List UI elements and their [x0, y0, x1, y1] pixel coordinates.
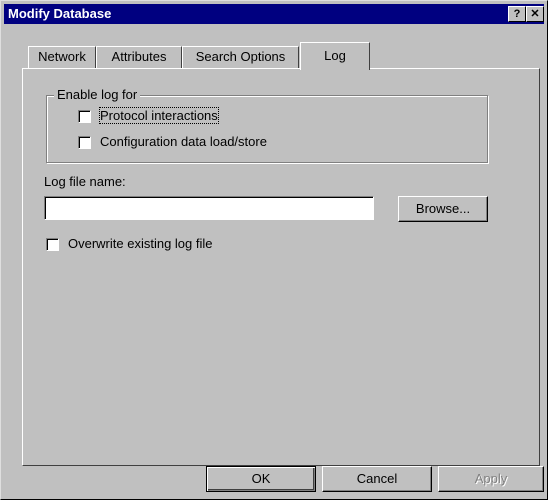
- config-data-load-store-label[interactable]: Configuration data load/store: [100, 134, 267, 149]
- enable-log-groupbox: [46, 95, 488, 163]
- tab-log-label: Log: [324, 48, 346, 63]
- protocol-interactions-checkbox[interactable]: [78, 110, 91, 123]
- cancel-button-label: Cancel: [356, 471, 398, 486]
- browse-button-label: Browse...: [415, 201, 471, 216]
- log-file-name-input[interactable]: [44, 196, 374, 220]
- overwrite-log-label[interactable]: Overwrite existing log file: [68, 236, 213, 251]
- ok-button-label: OK: [251, 471, 271, 486]
- close-icon[interactable]: ✕: [526, 6, 544, 22]
- window-title: Modify Database: [8, 6, 112, 21]
- apply-button[interactable]: Apply: [438, 466, 544, 492]
- title-bar[interactable]: Modify Database ? ✕: [4, 4, 544, 24]
- help-icon[interactable]: ?: [508, 6, 526, 22]
- tab-attributes[interactable]: Attributes: [96, 46, 182, 68]
- tab-log[interactable]: Log: [300, 42, 370, 70]
- tab-search-options[interactable]: Search Options: [182, 46, 299, 68]
- browse-button[interactable]: Browse...: [398, 196, 488, 222]
- cancel-button[interactable]: Cancel: [322, 466, 432, 492]
- overwrite-log-checkbox[interactable]: [46, 238, 59, 251]
- protocol-interactions-label[interactable]: Protocol interactions: [99, 107, 219, 124]
- ok-button[interactable]: OK: [206, 466, 316, 492]
- tab-network-label: Network: [38, 49, 86, 64]
- log-file-name-label: Log file name:: [44, 174, 126, 189]
- config-data-load-store-checkbox[interactable]: [78, 136, 91, 149]
- enable-log-group-label: Enable log for: [54, 87, 141, 102]
- tab-attributes-label: Attributes: [111, 49, 167, 64]
- apply-button-label: Apply: [474, 471, 508, 486]
- tab-network[interactable]: Network: [28, 46, 96, 68]
- tab-search-options-label: Search Options: [195, 49, 286, 64]
